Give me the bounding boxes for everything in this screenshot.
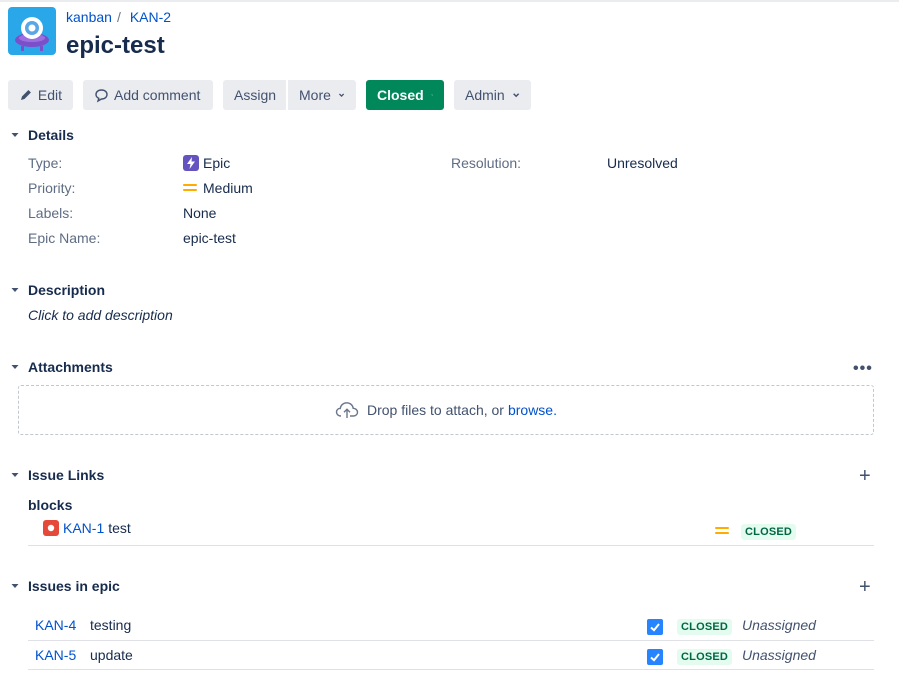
priority-value: Medium xyxy=(183,180,253,196)
row-divider xyxy=(28,669,874,670)
dropzone-text: Drop files to attach, or xyxy=(367,402,504,418)
status-lozenge: CLOSED xyxy=(677,619,733,635)
epic-issue-status: CLOSED xyxy=(677,617,733,635)
add-comment-label: Add comment xyxy=(114,87,201,103)
epic-issue-assignee: Unassigned xyxy=(742,647,816,663)
edit-label: Edit xyxy=(37,87,62,103)
row-divider xyxy=(28,640,874,641)
linked-issue-status: CLOSED xyxy=(741,522,797,540)
epic-issue-row[interactable]: KAN-5 xyxy=(35,647,76,663)
epic-issue-summary: testing xyxy=(90,617,132,633)
checkmark-icon xyxy=(647,619,663,635)
row-divider xyxy=(28,545,874,546)
chevron-down-icon xyxy=(8,579,22,593)
chevron-down-icon xyxy=(8,360,22,374)
status-closed-button[interactable]: Closed xyxy=(366,80,444,110)
chevron-down-icon xyxy=(8,468,22,482)
issues-in-epic-heading: Issues in epic xyxy=(28,578,120,594)
bug-icon xyxy=(43,520,59,536)
more-label: More xyxy=(299,87,331,103)
epic-issue-status: CLOSED xyxy=(677,647,733,665)
breadcrumb-issue-link[interactable]: KAN-2 xyxy=(130,9,171,25)
attachments-more-icon[interactable]: ••• xyxy=(853,360,873,378)
priority-medium-icon xyxy=(183,183,197,193)
edit-button[interactable]: Edit xyxy=(8,80,73,110)
issue-title[interactable]: epic-test xyxy=(66,32,165,60)
type-text: Epic xyxy=(203,155,231,171)
epic-icon xyxy=(183,155,199,171)
pencil-icon xyxy=(20,90,31,100)
epic-issue-key[interactable]: KAN-4 xyxy=(35,617,76,633)
browse-link[interactable]: browse. xyxy=(508,402,557,418)
chevron-down-icon xyxy=(8,283,22,297)
epic-issue-assignee: Unassigned xyxy=(742,617,816,633)
admin-button[interactable]: Admin xyxy=(454,80,531,110)
cloud-upload-icon xyxy=(335,402,359,418)
epic-name-label: Epic Name: xyxy=(28,230,101,246)
chevron-down-icon xyxy=(512,93,519,98)
breadcrumb-separator: / xyxy=(116,9,121,25)
assign-button[interactable]: Assign xyxy=(223,80,286,110)
admin-label: Admin xyxy=(465,87,505,103)
description-placeholder[interactable]: Click to add description xyxy=(28,307,173,323)
chevron-down-icon xyxy=(431,94,433,96)
assign-label: Assign xyxy=(234,87,277,103)
resolution-label: Resolution: xyxy=(451,155,522,171)
breadcrumb: kanban / KAN-2 xyxy=(66,9,171,25)
attachments-section-toggle[interactable]: Attachments xyxy=(8,359,113,375)
epic-issue-key[interactable]: KAN-5 xyxy=(35,647,76,663)
project-avatar[interactable] xyxy=(8,7,56,55)
add-issue-plus-icon[interactable]: + xyxy=(859,577,871,597)
type-value: Epic xyxy=(183,155,230,171)
more-button[interactable]: More xyxy=(288,80,356,110)
comment-icon xyxy=(95,88,108,102)
add-issue-link-plus-icon[interactable]: + xyxy=(859,466,871,486)
issue-toolbar: Edit Add comment Assign More Closed Admi… xyxy=(8,80,531,110)
top-border xyxy=(0,0,899,2)
link-row[interactable]: KAN-1 test xyxy=(43,520,131,536)
status-lozenge: CLOSED xyxy=(677,649,733,665)
chevron-down-icon xyxy=(338,93,345,97)
priority-medium-icon xyxy=(715,526,729,536)
resolution-value: Unresolved xyxy=(607,155,678,171)
details-heading: Details xyxy=(28,127,74,143)
epic-name-value[interactable]: epic-test xyxy=(183,230,236,246)
attachment-dropzone[interactable]: Drop files to attach, or browse. xyxy=(18,385,874,435)
issue-links-heading: Issue Links xyxy=(28,467,105,483)
attachments-heading: Attachments xyxy=(28,359,113,375)
description-section-toggle[interactable]: Description xyxy=(8,282,105,298)
labels-value[interactable]: None xyxy=(183,205,216,221)
priority-label: Priority: xyxy=(28,180,76,196)
epic-issue-row[interactable]: KAN-4 xyxy=(35,617,76,633)
status-label: Closed xyxy=(377,87,424,103)
issues-in-epic-section-toggle[interactable]: Issues in epic xyxy=(8,578,120,594)
type-label: Type: xyxy=(28,155,63,171)
add-comment-button[interactable]: Add comment xyxy=(83,80,213,110)
checkmark-icon xyxy=(647,649,663,665)
epic-issue-summary: update xyxy=(90,647,133,663)
linked-issue-key[interactable]: KAN-1 xyxy=(63,520,104,536)
breadcrumb-project-link[interactable]: kanban xyxy=(66,9,112,25)
status-lozenge: CLOSED xyxy=(741,524,797,540)
issue-links-section-toggle[interactable]: Issue Links xyxy=(8,467,104,483)
link-group-blocks: blocks xyxy=(28,497,73,513)
linked-issue-summary: test xyxy=(108,520,131,536)
description-heading: Description xyxy=(28,282,106,298)
details-section-toggle[interactable]: Details xyxy=(8,127,74,143)
chevron-down-icon xyxy=(8,128,22,142)
labels-label: Labels: xyxy=(28,205,74,221)
priority-text: Medium xyxy=(203,180,253,196)
